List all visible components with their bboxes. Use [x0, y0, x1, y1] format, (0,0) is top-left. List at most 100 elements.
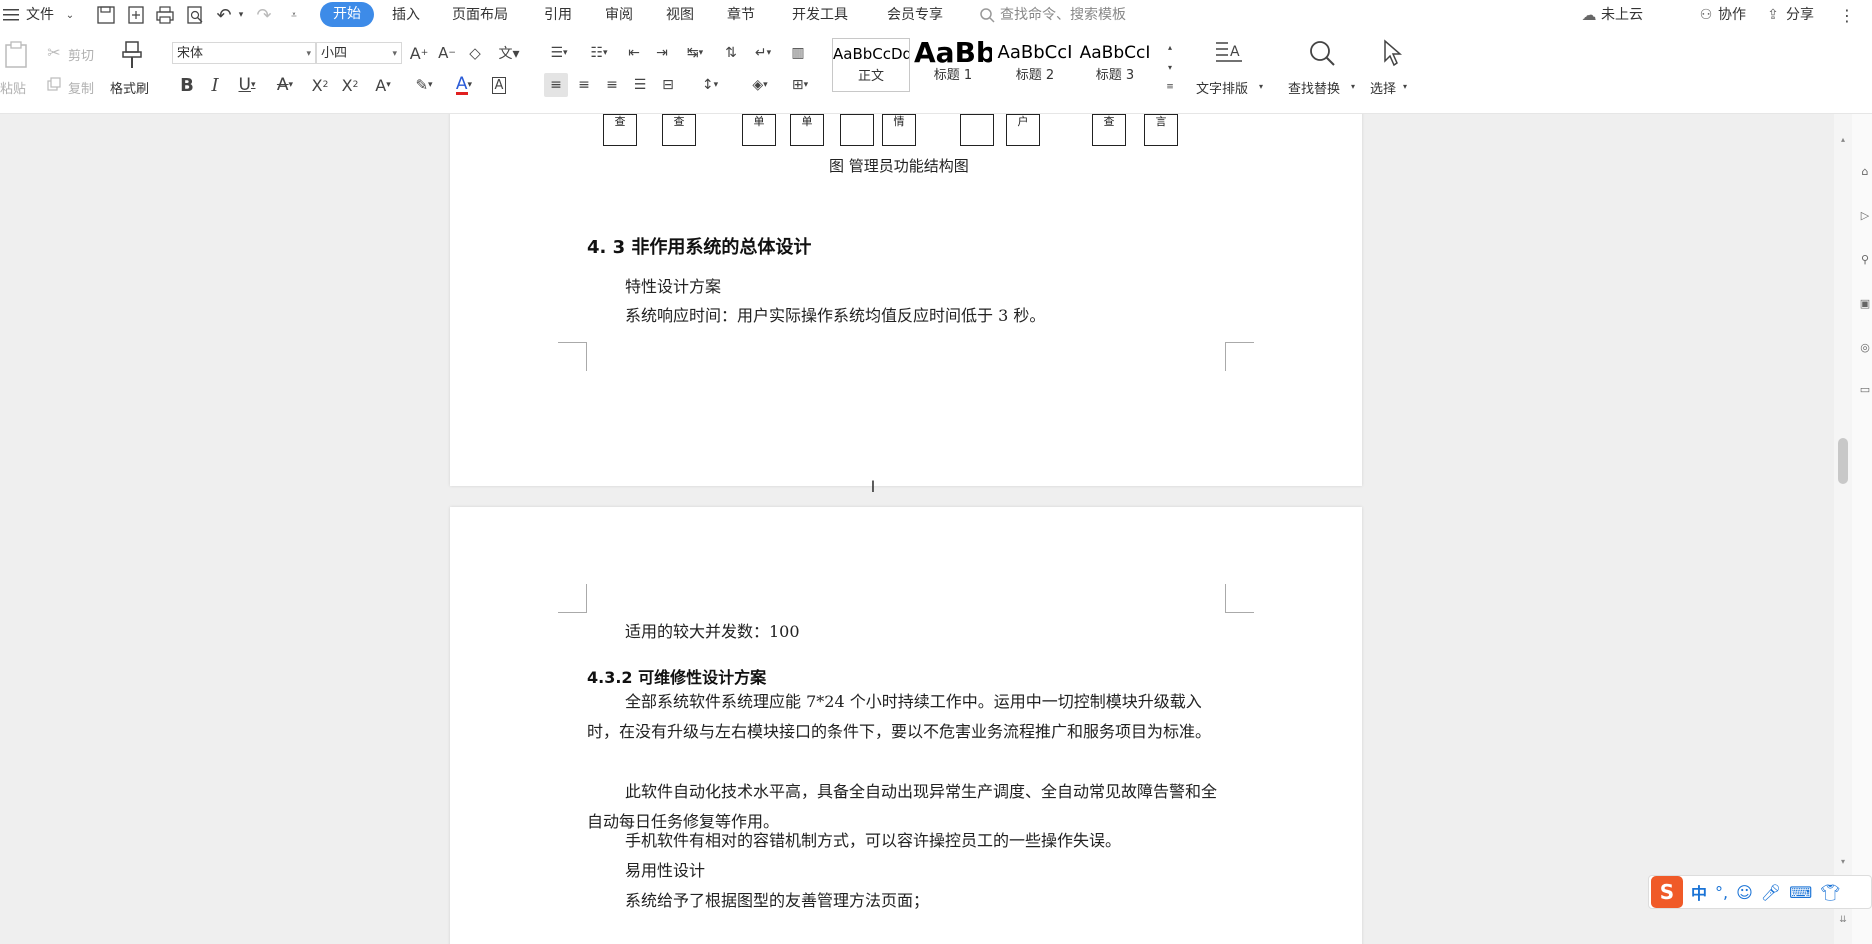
print-icon[interactable]	[155, 5, 175, 25]
scroll-down-icon[interactable]: ▾	[1838, 856, 1848, 866]
align-right-icon[interactable]: ≡	[600, 73, 624, 97]
vertical-scrollbar[interactable]: ▴ ▾ ⇊	[1834, 114, 1852, 944]
highlight-icon[interactable]: ✎ ▾	[408, 73, 440, 97]
keyboard-icon[interactable]: ⌨	[1789, 883, 1812, 902]
style-heading-2[interactable]: AaBbCcI 标题 2	[996, 38, 1074, 92]
scrollbar-thumb[interactable]	[1838, 438, 1848, 484]
text-direction-icon[interactable]: ↹ ▾	[680, 42, 710, 64]
text-effect-icon[interactable]: A ▾	[368, 73, 398, 97]
distribute-icon[interactable]: ⊟	[656, 73, 680, 97]
find-replace-button[interactable]: 查找替换	[1288, 78, 1340, 97]
superscript-icon[interactable]: X2	[308, 73, 332, 97]
styles-scroll-up-icon[interactable]: ▴	[1164, 40, 1176, 54]
microphone-icon[interactable]: 🎤︎	[1761, 883, 1781, 902]
tab-view[interactable]: 视图	[666, 5, 694, 25]
shrink-font-icon[interactable]: A −	[436, 42, 458, 64]
more-options-icon[interactable]: ⋮	[1839, 5, 1855, 25]
ime-language-toggle[interactable]: 中	[1691, 880, 1707, 904]
align-left-icon[interactable]: ≡	[544, 73, 568, 97]
pane-icon[interactable]: ◎	[1858, 340, 1872, 354]
document-page-1[interactable]: 查 查 单 单 情 户 查 言 图 管理员功能结构图 4. 3 非作用系统的总体…	[450, 114, 1362, 486]
tab-developer[interactable]: 开发工具	[792, 5, 848, 25]
format-painter-icon[interactable]	[118, 40, 146, 70]
cloud-status-button[interactable]: 未上云	[1601, 5, 1643, 25]
tab-page-layout[interactable]: 页面布局	[452, 5, 508, 25]
hamburger-menu-icon[interactable]	[2, 6, 20, 24]
select-button[interactable]: 选择	[1370, 78, 1396, 97]
phonetic-guide-icon[interactable]: 文▾	[494, 42, 524, 64]
tab-start[interactable]: 开始	[320, 2, 374, 27]
styles-scroll-down-icon[interactable]: ▾	[1164, 60, 1176, 74]
undo-icon[interactable]: ↶	[214, 5, 234, 26]
text-layout-icon[interactable]: A	[1212, 38, 1246, 68]
char-border-icon[interactable]: A	[488, 73, 510, 97]
paste-button[interactable]: 粘贴	[0, 78, 26, 97]
sort-icon[interactable]: ⇅	[720, 42, 742, 64]
underline-icon[interactable]: U ▾	[232, 73, 262, 97]
strikethrough-icon[interactable]: A ▾	[270, 73, 300, 97]
font-color-icon[interactable]: A ▾	[448, 73, 480, 97]
emoji-icon[interactable]: ☺	[1736, 883, 1753, 902]
redo-icon[interactable]: ↷	[254, 5, 274, 26]
increase-indent-icon[interactable]: ⇥	[650, 42, 674, 64]
page-down-icon[interactable]: ⇊	[1838, 914, 1848, 926]
pane-icon[interactable]: ⌂	[1858, 164, 1872, 178]
select-cursor-icon[interactable]	[1378, 38, 1408, 68]
undo-dropdown-icon[interactable]: ▾	[236, 9, 246, 21]
customize-toolbar-icon[interactable]: ⩡	[288, 9, 300, 21]
align-center-icon[interactable]: ≡	[572, 73, 596, 97]
file-menu[interactable]: 文件	[26, 5, 54, 25]
ruler-icon[interactable]: ▥	[786, 42, 810, 64]
magnifier-icon[interactable]	[1306, 38, 1338, 68]
command-search-input[interactable]: 查找命令、搜索模板	[1000, 5, 1126, 25]
subscript-icon[interactable]: X2	[338, 73, 362, 97]
bold-icon[interactable]: B	[176, 73, 198, 97]
export-pdf-icon[interactable]	[126, 5, 146, 25]
cut-button[interactable]: 剪切	[68, 45, 94, 64]
decrease-indent-icon[interactable]: ⇤	[622, 42, 646, 64]
diagram-box-label: 情	[893, 115, 905, 128]
collaborate-button[interactable]: 协作	[1718, 5, 1746, 25]
numbered-list-icon[interactable]: ☷ ▾	[584, 42, 614, 64]
paste-icon[interactable]	[2, 40, 30, 70]
style-heading-1[interactable]: AaBb 标题 1	[914, 38, 992, 92]
tab-review[interactable]: 审阅	[605, 5, 633, 25]
text-layout-button[interactable]: 文字排版	[1196, 78, 1248, 97]
tab-insert[interactable]: 插入	[392, 5, 420, 25]
share-button[interactable]: 分享	[1786, 5, 1814, 25]
skin-icon[interactable]: 👕︎	[1820, 883, 1840, 902]
pane-icon[interactable]: ▭	[1858, 382, 1872, 396]
save-icon[interactable]	[96, 5, 116, 25]
format-painter-button[interactable]: 格式刷	[110, 78, 149, 97]
tab-member[interactable]: 会员专享	[887, 5, 943, 25]
shading-icon[interactable]: ◈ ▾	[744, 73, 776, 97]
show-marks-icon[interactable]: ↵ ▾	[748, 42, 778, 64]
font-name-select[interactable]: 宋体 ▾	[172, 42, 316, 64]
bullet-list-icon[interactable]: ☰ ▾	[544, 42, 574, 64]
document-page-2[interactable]: 适用的较大并发数：100 4.3.2 可维修性设计方案 全部系统软件系统理应能 …	[450, 507, 1362, 944]
pane-icon[interactable]: ▣	[1858, 296, 1872, 310]
line-spacing-icon[interactable]: ↕ ▾	[694, 73, 726, 97]
pane-icon[interactable]: ⚲	[1858, 252, 1872, 266]
grow-font-icon[interactable]: A +	[408, 42, 430, 64]
chevron-down-icon[interactable]: ⌄	[64, 9, 76, 21]
italic-icon[interactable]: I	[204, 73, 226, 97]
pane-icon[interactable]: ▷	[1858, 208, 1872, 222]
clear-format-icon[interactable]: ◇	[464, 42, 486, 64]
justify-icon[interactable]: ☰	[628, 73, 652, 97]
print-preview-icon[interactable]	[185, 5, 205, 25]
style-normal[interactable]: AaBbCcDd 正文	[832, 38, 910, 92]
document-workspace[interactable]: 查 查 单 单 情 户 查 言 图 管理员功能结构图 4. 3 非作用系统的总体…	[0, 114, 1872, 944]
tab-references[interactable]: 引用	[544, 5, 572, 25]
sogou-logo-icon[interactable]: S	[1651, 876, 1683, 908]
ime-punctuation-toggle[interactable]: °,	[1715, 883, 1728, 902]
styles-more-icon[interactable]: ≡	[1164, 80, 1176, 94]
chevron-down-icon: ▾	[1258, 81, 1263, 91]
borders-icon[interactable]: ⊞ ▾	[784, 73, 816, 97]
font-size-select[interactable]: 小四 ▾	[316, 42, 402, 64]
scroll-up-icon[interactable]: ▴	[1838, 134, 1848, 144]
tab-chapter[interactable]: 章节	[727, 5, 755, 25]
copy-button[interactable]: 复制	[68, 78, 94, 97]
diagram-box-label: 查	[1103, 115, 1115, 128]
style-heading-3[interactable]: AaBbCcI 标题 3	[1076, 38, 1154, 92]
